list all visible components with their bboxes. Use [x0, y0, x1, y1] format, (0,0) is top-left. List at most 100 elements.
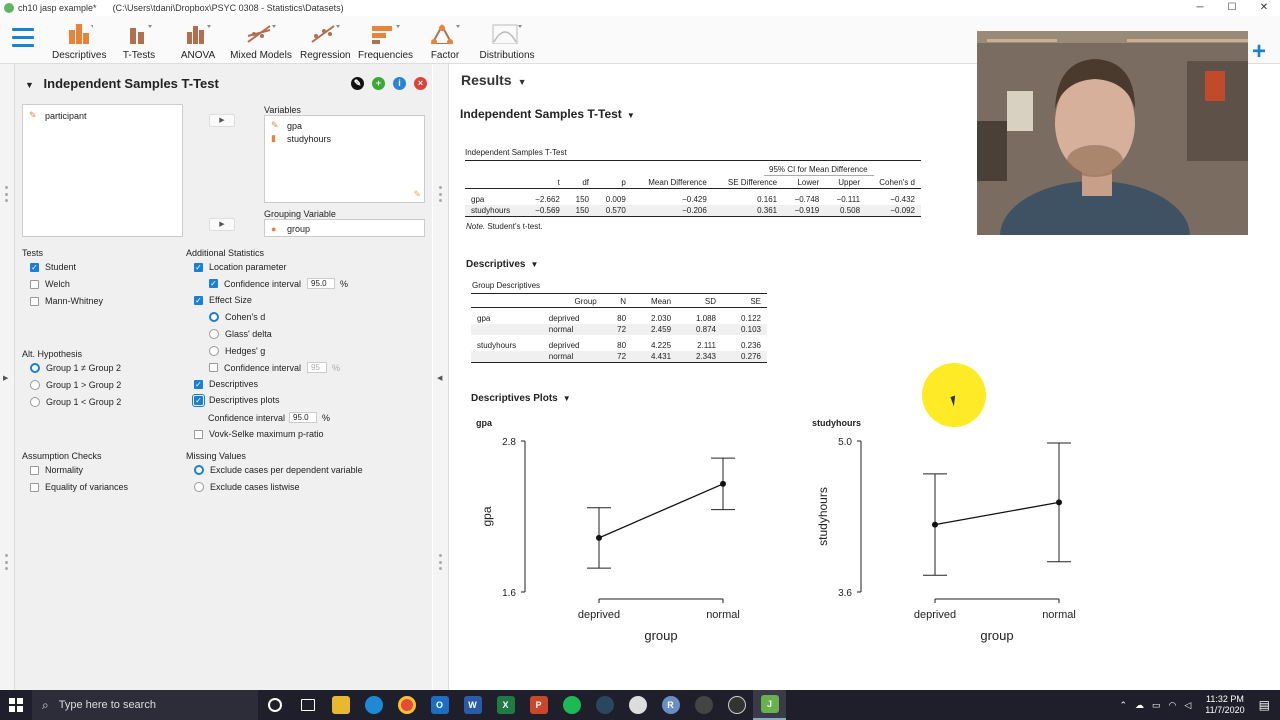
cohens-d-radio[interactable]: Cohen's d — [209, 312, 265, 322]
ribbon-anova[interactable]: ANOVA — [178, 20, 218, 61]
anova-icon — [178, 20, 218, 44]
jasp-taskbar-icon[interactable]: J — [753, 690, 786, 720]
collapse-left-arrow-icon[interactable]: ◀ — [437, 374, 442, 382]
factor-icon — [426, 20, 464, 44]
effect-size-ci-input[interactable]: 95 — [307, 362, 328, 373]
move-to-variables-button[interactable]: ▶ — [209, 114, 235, 127]
duplicate-analysis-icon[interactable]: + — [372, 77, 385, 90]
descriptives-checkbox[interactable]: ✓ Descriptives — [194, 379, 258, 389]
minimize-button[interactable]: ─ — [1184, 0, 1216, 16]
edge-icon[interactable] — [357, 690, 390, 720]
variable-group[interactable]: ● group — [271, 222, 424, 235]
grouping-variable-field[interactable]: ● group — [264, 219, 425, 237]
frequencies-icon — [358, 20, 412, 44]
analysis-options-panel: ▶ ▼ Independent Samples T-Test ✎ + i × ✎… — [0, 64, 432, 690]
equality-of-variances-checkbox[interactable]: Equality of variances — [30, 482, 128, 492]
drag-handle-icon[interactable] — [439, 186, 442, 202]
maximize-button[interactable]: ☐ — [1216, 0, 1248, 16]
mann-whitney-checkbox[interactable]: Mann-Whitney — [30, 296, 103, 306]
glass-delta-radio[interactable]: Glass' delta — [209, 329, 272, 339]
ribbon-mixed-models[interactable]: Mixed Models — [230, 20, 292, 61]
variable-participant[interactable]: ✎ participant — [29, 109, 182, 122]
taskbar-search-box[interactable]: ⌕ Type here to search — [32, 690, 258, 720]
close-window-button[interactable]: ✕ — [1248, 0, 1280, 16]
descriptives-plots-checkbox[interactable]: ✓ Descriptives plots — [192, 393, 280, 407]
ribbon-factor[interactable]: Factor — [426, 20, 464, 61]
hamburger-menu-icon[interactable] — [12, 28, 34, 48]
exclude-listwise-radio[interactable]: Exclude cases listwise — [194, 482, 300, 492]
normality-checkbox[interactable]: Normality — [30, 465, 83, 475]
x-axis-label: group — [644, 628, 677, 643]
ribbon-descriptives[interactable]: Descriptives — [52, 20, 106, 61]
missing-values-label: Missing Values — [186, 451, 246, 461]
welch-checkbox[interactable]: Welch — [30, 279, 70, 289]
task-view-icon[interactable] — [291, 690, 324, 720]
chrome-icon[interactable] — [390, 690, 423, 720]
info-icon[interactable]: i — [393, 77, 406, 90]
onedrive-icon[interactable]: ☁ — [1135, 700, 1144, 711]
nominal-variable-icon: ● — [271, 223, 277, 234]
ribbon-frequencies[interactable]: Frequencies — [358, 20, 414, 61]
drag-handle-icon[interactable] — [5, 554, 8, 570]
ribbon-label: Frequencies — [358, 50, 414, 61]
excel-icon[interactable]: X — [489, 690, 522, 720]
windows-start-icon[interactable] — [0, 690, 32, 720]
effect-size-ci-checkbox[interactable]: Confidence interval 95% — [209, 362, 340, 373]
volume-icon[interactable]: ◁ — [1184, 700, 1191, 711]
location-parameter-checkbox[interactable]: ✓ Location parameter — [194, 262, 287, 272]
hedges-g-radio[interactable]: Hedges' g — [209, 346, 265, 356]
analysis-header[interactable]: ▼ Independent Samples T-Test — [25, 76, 219, 91]
system-tray: ⌃ ☁ ▭ ◠ ◁ 11:32 PM 11/7/2020 ▤ — [1115, 690, 1280, 720]
davinci-icon[interactable] — [687, 690, 720, 720]
powerpoint-icon[interactable]: P — [522, 690, 555, 720]
hypothesis-less-radio[interactable]: Group 1 < Group 2 — [30, 397, 121, 407]
move-to-grouping-button[interactable]: ▶ — [209, 218, 235, 231]
variable-gpa[interactable]: ✎ gpa — [271, 119, 424, 132]
student-checkbox[interactable]: ✓ Student — [30, 262, 76, 272]
variables-list[interactable]: ✎ gpa ▮ studyhours ✎ — [264, 115, 425, 203]
data-point — [1056, 499, 1062, 506]
wifi-icon[interactable]: ◠ — [1169, 700, 1177, 711]
file-explorer-icon[interactable] — [324, 690, 357, 720]
effect-size-checkbox[interactable]: ✓ Effect Size — [194, 295, 252, 305]
panel-splitter[interactable]: ◀ — [433, 64, 449, 690]
edit-title-icon[interactable]: ✎ — [351, 77, 364, 90]
variable-studyhours[interactable]: ▮ studyhours — [271, 132, 424, 145]
hypothesis-greater-radio[interactable]: Group 1 > Group 2 — [30, 380, 121, 390]
plot-ci-input[interactable]: 95.0 — [289, 412, 318, 423]
ribbon-distributions[interactable]: Distributions — [476, 20, 538, 61]
vovk-selke-checkbox[interactable]: Vovk-Selke maximum p-ratio — [194, 429, 324, 439]
outlook-icon[interactable]: O — [423, 690, 456, 720]
y-axis-label: gpa — [480, 506, 494, 526]
cortana-icon[interactable] — [258, 690, 291, 720]
ribbon-ttests[interactable]: T-Tests — [118, 20, 160, 61]
collapse-arrow-icon[interactable]: ▶ — [3, 374, 8, 382]
github-icon[interactable] — [621, 690, 654, 720]
r-icon[interactable]: R — [654, 690, 687, 720]
data-point — [720, 480, 726, 487]
close-analysis-icon[interactable]: × — [414, 77, 427, 90]
clock[interactable]: 11:32 PM 11/7/2020 — [1205, 694, 1244, 716]
exclude-per-dependent-radio[interactable]: Exclude cases per dependent variable — [194, 465, 363, 475]
collapse-triangle-icon[interactable]: ▼ — [25, 80, 34, 90]
ribbon-regression[interactable]: Regression — [300, 20, 351, 61]
source-variables-list[interactable]: ✎ participant — [22, 104, 183, 237]
drag-handle-icon[interactable] — [439, 554, 442, 570]
drag-handle-icon[interactable] — [5, 186, 8, 202]
add-module-button[interactable]: + — [1252, 40, 1266, 64]
notifications-icon[interactable]: ▤ — [1259, 698, 1270, 712]
steam-icon[interactable] — [588, 690, 621, 720]
obs-icon[interactable] — [720, 690, 753, 720]
hypothesis-two-sided-radio[interactable]: Group 1 ≠ Group 2 — [30, 363, 121, 373]
spotify-icon[interactable] — [555, 690, 588, 720]
location-ci-input[interactable]: 95.0 — [307, 278, 336, 289]
plot-title: studyhours — [812, 418, 861, 428]
word-icon[interactable]: W — [456, 690, 489, 720]
additional-statistics-label: Additional Statistics — [186, 248, 265, 258]
x-tick-label: normal — [1042, 609, 1076, 621]
battery-icon[interactable]: ▭ — [1152, 700, 1161, 711]
plot-ci-row: Confidence interval 95.0% — [208, 412, 331, 423]
chevron-up-icon[interactable]: ⌃ — [1119, 700, 1127, 711]
location-ci-checkbox[interactable]: ✓ Confidence interval 95.0% — [209, 278, 348, 289]
window-title: ch10 jasp example* — [18, 3, 97, 13]
